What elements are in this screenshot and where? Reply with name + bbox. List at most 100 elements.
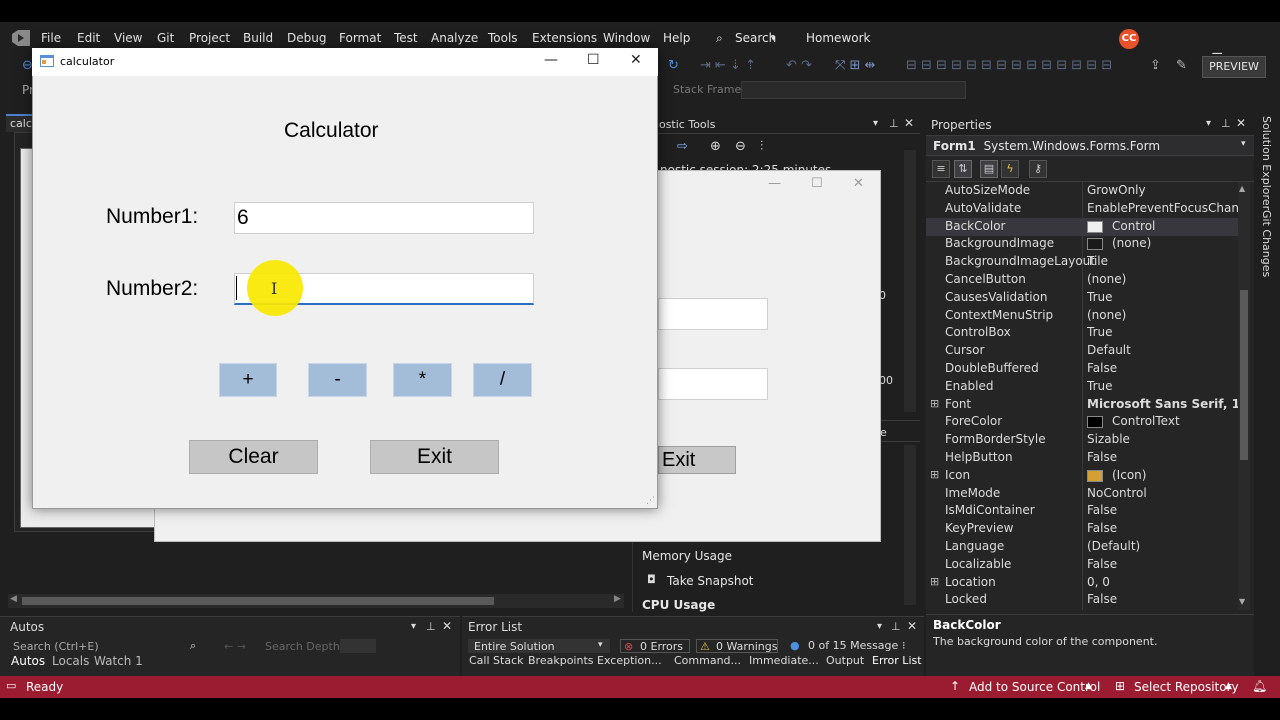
menu-edit[interactable]: Edit xyxy=(77,31,100,45)
property-value[interactable]: Microsoft Sans Serif, 18pt xyxy=(1087,397,1238,411)
panel-close-icon[interactable]: ✕ xyxy=(1236,116,1246,130)
menu-build[interactable]: Build xyxy=(243,31,273,45)
format-icon[interactable]: ⤧ ⊞ ⇹ xyxy=(835,58,875,73)
tab-watch-1[interactable]: Watch 1 xyxy=(94,654,143,668)
property-value[interactable]: EnablePreventFocusChange xyxy=(1087,201,1238,215)
property-value[interactable]: False xyxy=(1087,450,1117,464)
property-value[interactable]: False xyxy=(1087,361,1117,375)
messages-filter[interactable]: ● 0 of 15 Messages xyxy=(786,639,898,653)
bg-number2-input[interactable] xyxy=(658,368,768,400)
property-value[interactable]: (none) xyxy=(1087,308,1126,322)
property-value[interactable]: Control xyxy=(1112,219,1155,233)
cpu-usage-header[interactable]: CPU Usage xyxy=(642,598,715,612)
events-icon[interactable]: ϟ xyxy=(1001,160,1019,178)
panel-menu-icon[interactable]: ▾ xyxy=(877,621,882,632)
property-value[interactable]: (none) xyxy=(1087,272,1126,286)
pin-icon[interactable]: ⊥ xyxy=(426,620,436,633)
exit-button[interactable]: Exit xyxy=(370,440,499,474)
bg-maximize-icon[interactable]: ☐ xyxy=(811,176,823,191)
pin-icon[interactable]: ⊥ xyxy=(889,117,899,130)
categorized-icon[interactable]: ≡ xyxy=(932,160,950,178)
select-tools-icon[interactable]: ⇨ xyxy=(677,139,688,154)
errors-filter[interactable]: ⊗ 0 Errors xyxy=(620,639,690,653)
zoom-in-icon[interactable]: ⊕ xyxy=(710,139,721,154)
tab-command-window[interactable]: Command... xyxy=(674,654,741,667)
close-icon[interactable]: ✕ xyxy=(630,52,642,68)
tab-autos[interactable]: Autos xyxy=(11,654,45,668)
property-value[interactable]: False xyxy=(1087,557,1117,571)
property-value[interactable]: Default xyxy=(1087,343,1131,357)
menu-test[interactable]: Test xyxy=(394,31,418,45)
property-pages-icon[interactable]: ⚷ xyxy=(1029,160,1047,178)
take-snapshot-button[interactable]: Take Snapshot xyxy=(667,574,754,588)
tab-git-changes[interactable]: Git Changes xyxy=(1260,210,1273,277)
panel-menu-icon[interactable]: ▾ xyxy=(411,621,416,632)
property-value[interactable]: True xyxy=(1087,379,1113,393)
tab-call-stack[interactable]: Call Stack xyxy=(469,654,523,667)
menu-view[interactable]: View xyxy=(114,31,142,45)
diagnostic-scrollbar-lower[interactable] xyxy=(904,445,916,605)
menu-file[interactable]: File xyxy=(41,31,61,45)
bg-close-icon[interactable]: ✕ xyxy=(853,176,864,191)
panel-close-icon[interactable]: ✕ xyxy=(442,619,452,633)
tab-error-list[interactable]: Error List xyxy=(872,654,922,667)
expand-icon[interactable]: ⊞ xyxy=(930,575,939,588)
maximize-icon[interactable]: ☐ xyxy=(587,52,600,68)
property-value[interactable]: False xyxy=(1087,592,1117,606)
panel-close-icon[interactable]: ✕ xyxy=(907,619,917,633)
scrollbar-thumb[interactable] xyxy=(1240,290,1248,460)
menu-project[interactable]: Project xyxy=(189,31,230,45)
menu-format[interactable]: Format xyxy=(339,31,381,45)
subtract-button[interactable]: - xyxy=(308,363,367,397)
property-value[interactable]: GrowOnly xyxy=(1087,183,1146,197)
filter-icon[interactable]: ⁝ xyxy=(902,639,906,652)
search-depth-control[interactable]: Search Depth: xyxy=(262,639,342,653)
step-icon[interactable]: ⇥ ⇤ ⇣ ⇡ xyxy=(700,58,756,73)
property-value[interactable]: NoControl xyxy=(1087,486,1147,500)
properties-icon[interactable]: ▤ xyxy=(980,160,998,178)
property-value[interactable]: (Icon) xyxy=(1112,468,1146,482)
feedback-icon[interactable]: ✎ xyxy=(1176,58,1187,73)
property-value[interactable]: True xyxy=(1087,325,1113,339)
pin-icon[interactable]: ⊥ xyxy=(1221,117,1231,130)
property-value[interactable]: ControlText xyxy=(1112,414,1180,428)
clear-button[interactable]: Clear xyxy=(189,440,318,474)
select-repository-button[interactable]: Select Repository xyxy=(1134,680,1239,694)
warnings-filter[interactable]: ⚠ 0 Warnings xyxy=(696,639,778,653)
tab-solution-explorer[interactable]: Solution Explorer xyxy=(1260,116,1273,210)
tab-immediate-window[interactable]: Immediate... xyxy=(749,654,819,667)
expand-icon[interactable]: ⊞ xyxy=(930,397,939,410)
share-icon[interactable]: ⇪ xyxy=(1150,58,1161,73)
memory-usage-header[interactable]: Memory Usage xyxy=(642,549,732,563)
nav-arrows-icon[interactable]: ← → xyxy=(224,640,246,653)
menu-window[interactable]: Window xyxy=(603,31,650,45)
panel-close-icon[interactable]: ✕ xyxy=(904,116,914,130)
scroll-left-icon[interactable]: ◀ xyxy=(10,594,17,604)
resize-grip-icon[interactable]: ⋰ xyxy=(646,496,655,506)
divide-button[interactable]: / xyxy=(473,363,532,397)
bg-exit-button[interactable]: Exit xyxy=(658,446,736,474)
multiply-button[interactable]: * xyxy=(393,363,452,397)
diagnostic-scrollbar[interactable] xyxy=(904,150,916,412)
preview-button[interactable]: PREVIEW xyxy=(1202,56,1266,78)
menu-tools[interactable]: Tools xyxy=(488,31,518,45)
menu-git[interactable]: Git xyxy=(157,31,174,45)
bg-number1-input[interactable] xyxy=(658,298,768,330)
bg-minimize-icon[interactable]: — xyxy=(768,176,781,191)
pin-icon[interactable]: ⊥ xyxy=(891,620,901,633)
property-value[interactable]: (none) xyxy=(1112,236,1151,250)
scroll-up-icon[interactable]: ▲ xyxy=(1239,184,1245,193)
menu-analyze[interactable]: Analyze xyxy=(431,31,478,45)
tab-breakpoints[interactable]: Breakpoints xyxy=(528,654,594,667)
number1-input[interactable]: 6 xyxy=(234,202,534,234)
property-value[interactable]: True xyxy=(1087,290,1113,304)
undo-redo-icon[interactable]: ↶ ↷ xyxy=(786,58,812,73)
add-to-source-control-button[interactable]: Add to Source Control xyxy=(969,680,1100,694)
scrollbar-thumb[interactable] xyxy=(22,597,494,605)
property-value[interactable]: False xyxy=(1087,521,1117,535)
tab-calculator-designer[interactable]: calc xyxy=(6,114,34,132)
calculator-titlebar[interactable] xyxy=(32,48,658,76)
notifications-icon[interactable]: 🔔︎ xyxy=(1252,679,1267,693)
property-value[interactable]: Tile xyxy=(1087,254,1108,268)
property-value[interactable]: 0, 0 xyxy=(1087,575,1110,589)
